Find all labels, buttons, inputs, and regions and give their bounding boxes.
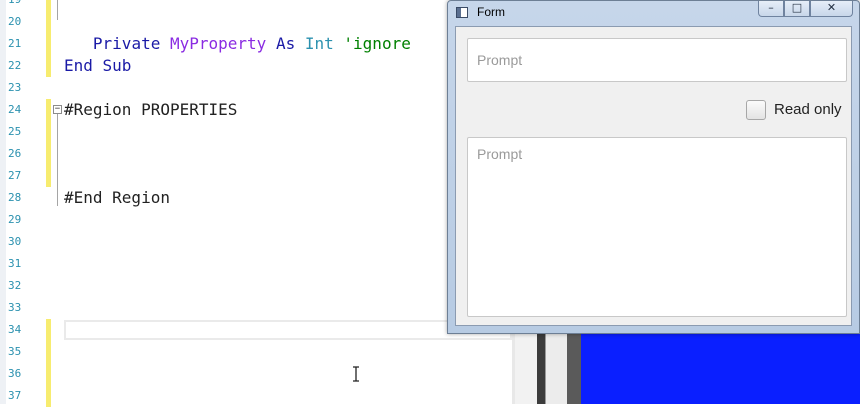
line-number: 27 <box>8 169 22 182</box>
editor-line[interactable]: 31 <box>0 253 515 275</box>
line-number: 24 <box>8 103 22 116</box>
editor-line[interactable]: 36 <box>0 363 515 385</box>
change-marker <box>46 33 51 55</box>
editor-line[interactable]: 21 Private MyProperty As Int 'ignore <box>0 33 515 55</box>
fold-guide <box>57 110 58 206</box>
line-number: 34 <box>8 323 22 336</box>
close-button[interactable]: ✕ <box>810 1 853 17</box>
panel-strip <box>567 334 581 404</box>
blue-panel <box>581 334 860 404</box>
code-text: Private MyProperty As Int 'ignore <box>92 34 411 53</box>
line-number: 36 <box>8 367 22 380</box>
editor-line[interactable]: 29 <box>0 209 515 231</box>
window-titlebar[interactable]: Form – □ ✕ <box>448 1 859 25</box>
line-number: 33 <box>8 301 22 314</box>
panel-strip <box>537 334 545 404</box>
prompt-textarea[interactable]: Prompt <box>467 137 847 317</box>
window-title: Form <box>477 5 505 19</box>
change-marker <box>46 0 51 33</box>
line-number: 28 <box>8 191 22 204</box>
editor-line[interactable]: 25 <box>0 121 515 143</box>
line-number: 20 <box>8 15 22 28</box>
line-number: 31 <box>8 257 22 270</box>
line-number: 19 <box>8 0 42 11</box>
collapse-region-icon[interactable]: − <box>53 105 62 114</box>
editor-line[interactable]: 22 End Sub <box>0 55 515 77</box>
line-number: 35 <box>8 345 22 358</box>
line-number: 30 <box>8 235 22 248</box>
editor-line[interactable]: 30 <box>0 231 515 253</box>
editor-line[interactable]: 33 <box>0 297 515 319</box>
maximize-button[interactable]: □ <box>784 1 810 17</box>
change-marker <box>46 99 51 121</box>
change-marker <box>46 143 51 165</box>
editor-line[interactable]: 26 <box>0 143 515 165</box>
change-marker <box>46 319 51 341</box>
form-window[interactable]: Form – □ ✕ Prompt Read only Prompt <box>447 0 860 334</box>
code-text: End Sub <box>64 56 132 75</box>
editor-line[interactable]: 23 <box>0 77 515 99</box>
change-marker <box>46 121 51 143</box>
change-marker <box>46 341 51 363</box>
line-number: 21 <box>8 37 22 50</box>
editor-line[interactable]: 35 <box>0 341 515 363</box>
code-text: #End Region <box>64 188 170 207</box>
minimize-button[interactable]: – <box>758 1 784 17</box>
change-marker <box>46 55 51 77</box>
panel-strip <box>515 334 537 404</box>
line-number: 29 <box>8 213 22 226</box>
text-cursor-icon <box>353 366 359 382</box>
read-only-label[interactable]: Read only <box>774 101 842 118</box>
code-text: #Region PROPERTIES <box>64 100 238 119</box>
change-marker <box>46 165 51 187</box>
current-line-highlight <box>64 320 512 340</box>
read-only-checkbox[interactable] <box>746 100 766 120</box>
window-client-area: Prompt Read only Prompt <box>455 26 852 326</box>
line-number: 22 <box>8 59 22 72</box>
prompt-input[interactable]: Prompt <box>467 38 847 82</box>
window-app-icon <box>456 7 468 18</box>
line-number: 32 <box>8 279 22 292</box>
editor-line[interactable]: 28 #End Region <box>0 187 515 209</box>
editor-line[interactable]: 19 <box>0 0 515 11</box>
change-marker <box>46 363 51 385</box>
panel-strip <box>545 334 568 404</box>
editor-line[interactable]: 32 <box>0 275 515 297</box>
editor-line[interactable]: 27 <box>0 165 515 187</box>
line-number: 26 <box>8 147 22 160</box>
code-editor[interactable]: 19 20 21 Private MyProperty As Int 'igno… <box>0 0 515 407</box>
line-number: 25 <box>8 125 22 138</box>
editor-line[interactable]: 20 <box>0 0 515 33</box>
line-number: 23 <box>8 81 22 94</box>
fold-guide <box>57 0 58 20</box>
editor-line[interactable]: 24 #Region PROPERTIES <box>0 99 515 121</box>
